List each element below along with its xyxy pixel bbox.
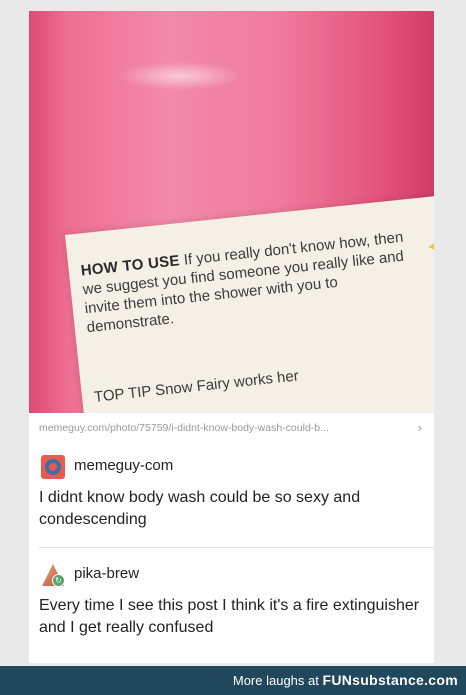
- reblog-icon: ↻: [52, 574, 65, 587]
- source-link[interactable]: memeguy.com/photo/75759/i-didnt-know-bod…: [29, 413, 434, 443]
- label-instructions: HOW TO USE If you really don't know how,…: [80, 227, 416, 337]
- avatar-face-icon: [45, 459, 61, 475]
- label-tip: TOP TIP Snow Fairy works her: [93, 367, 300, 406]
- footer-brand: FUNsubstance.com: [322, 672, 458, 688]
- avatar[interactable]: ↻: [41, 563, 65, 587]
- comment-text: Every time I see this post I think it's …: [39, 597, 420, 636]
- source-url[interactable]: memeguy.com/photo/75759/i-didnt-know-bod…: [39, 422, 329, 434]
- username[interactable]: pika-brew: [74, 565, 139, 582]
- avatar[interactable]: [41, 455, 65, 479]
- comment-text: I didnt know body wash could be so sexy …: [39, 489, 361, 528]
- label-body: If you really don't know how, then we su…: [81, 228, 405, 337]
- chevron-right-icon[interactable]: ›: [418, 413, 422, 443]
- username[interactable]: memeguy-com: [74, 457, 173, 474]
- divider: [39, 547, 434, 548]
- watermark-footer: More laughs at FUNsubstance.com: [0, 666, 466, 695]
- star-decoration: [425, 214, 434, 277]
- post-card: HOW TO USE If you really don't know how,…: [29, 11, 434, 663]
- post-photo[interactable]: HOW TO USE If you really don't know how,…: [29, 11, 434, 413]
- footer-prefix: More laughs at: [232, 673, 319, 688]
